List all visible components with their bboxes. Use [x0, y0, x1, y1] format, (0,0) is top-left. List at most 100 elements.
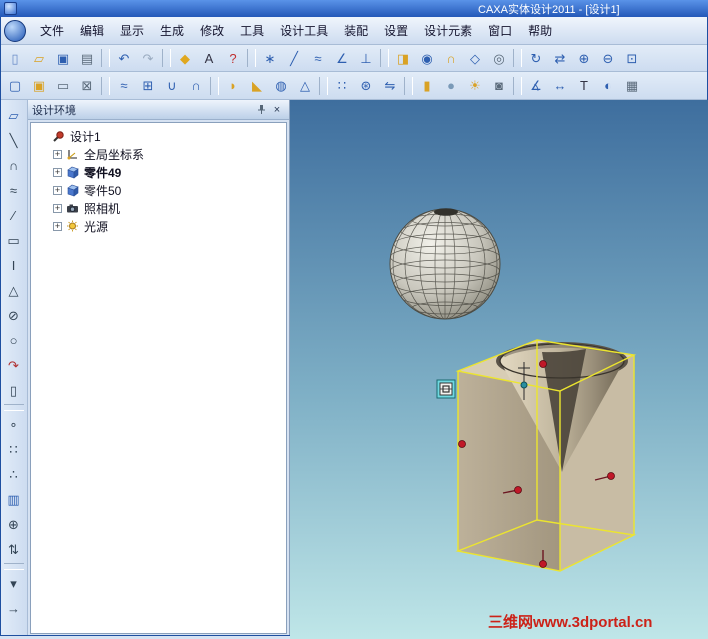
draw-column[interactable]: ▯: [2, 379, 26, 402]
new-document[interactable]: ▯: [3, 47, 27, 69]
linear-pattern[interactable]: ∷: [330, 75, 354, 97]
tree-item[interactable]: 设计1: [31, 127, 286, 145]
control-point[interactable]: [539, 560, 547, 568]
save[interactable]: ▣: [51, 47, 75, 69]
tree-item[interactable]: + 光源: [31, 217, 286, 235]
menu-generate[interactable]: 生成: [152, 19, 192, 42]
camera-view-tool[interactable]: ◙: [487, 75, 511, 97]
draw-polygon[interactable]: ○: [2, 329, 26, 352]
sweep-feature[interactable]: ∩: [439, 47, 463, 69]
tree-expander-icon[interactable]: +: [53, 203, 62, 213]
title-bar[interactable]: CAXA实体设计2011 - [设计1]: [0, 0, 708, 17]
point-tool[interactable]: ∗: [258, 47, 282, 69]
draw-spline[interactable]: ≈: [2, 179, 26, 202]
select-edit[interactable]: ▱: [2, 104, 26, 127]
circular-pattern[interactable]: ⊛: [354, 75, 378, 97]
draw-arc[interactable]: ∩: [2, 154, 26, 177]
text-annotation[interactable]: T: [572, 75, 596, 97]
mirror-feature[interactable]: ⇋: [378, 75, 402, 97]
chamfer-edge[interactable]: ◣: [245, 75, 269, 97]
tree-expander-icon[interactable]: +: [53, 149, 62, 159]
sketch-plane[interactable]: ▢: [3, 75, 27, 97]
menu-help[interactable]: 帮助: [520, 19, 560, 42]
draw-circle[interactable]: ⊘: [2, 304, 26, 327]
anchor-point[interactable]: [520, 381, 528, 389]
menu-modify[interactable]: 修改: [192, 19, 232, 42]
menu-design-elements[interactable]: 设计元素: [416, 19, 480, 42]
tree-expander-icon[interactable]: +: [53, 221, 62, 231]
menu-settings[interactable]: 设置: [376, 19, 416, 42]
pin-icon[interactable]: [253, 102, 269, 118]
pattern-circle[interactable]: ∘: [2, 413, 26, 436]
draft-feature[interactable]: △: [293, 75, 317, 97]
pan-view[interactable]: ⇄: [548, 47, 572, 69]
innovation-mode[interactable]: ◆: [173, 47, 197, 69]
redo[interactable]: ↷: [136, 47, 160, 69]
line-tool[interactable]: ╱: [282, 47, 306, 69]
intersect-boolean[interactable]: ∩: [184, 75, 208, 97]
rotate-view[interactable]: ↻: [524, 47, 548, 69]
scroll-arrow[interactable]: →: [2, 597, 26, 620]
control-point[interactable]: [458, 440, 466, 448]
fillet-edge[interactable]: ◗: [221, 75, 245, 97]
tree-expander-icon[interactable]: +: [53, 185, 62, 195]
axes-widget[interactable]: ⊕: [2, 513, 26, 536]
zoom-in[interactable]: ⊕: [572, 47, 596, 69]
tree-item[interactable]: + 照相机: [31, 199, 286, 217]
open-file[interactable]: ▱: [27, 47, 51, 69]
draw-arc-arrow[interactable]: ↷: [2, 354, 26, 377]
control-point[interactable]: [514, 486, 522, 494]
menu-window[interactable]: 窗口: [480, 19, 520, 42]
fit-view[interactable]: ⊡: [620, 47, 644, 69]
shell-feature[interactable]: ◍: [269, 75, 293, 97]
render-tool[interactable]: ●: [439, 75, 463, 97]
tree-item[interactable]: + 零件49: [31, 163, 286, 181]
tree-item[interactable]: + 全局坐标系: [31, 145, 286, 163]
control-point[interactable]: [607, 472, 615, 480]
sphere-object[interactable]: [389, 208, 501, 320]
spline-tool[interactable]: ≈: [306, 47, 330, 69]
options-grid[interactable]: ▦: [620, 75, 644, 97]
sketch-3d[interactable]: ▣: [27, 75, 51, 97]
erase-tool[interactable]: ⊠: [75, 75, 99, 97]
tree-item[interactable]: + 零件50: [31, 181, 286, 199]
measure-angle[interactable]: ∡: [524, 75, 548, 97]
loft-feature[interactable]: ◇: [463, 47, 487, 69]
print[interactable]: ▤: [75, 47, 99, 69]
more-tools[interactable]: ▾: [2, 572, 26, 595]
stack-cylinder[interactable]: ▥: [2, 488, 26, 511]
pattern-points[interactable]: ∴: [2, 463, 26, 486]
context-help[interactable]: ?: [221, 47, 245, 69]
anchor-handle-widget[interactable]: [436, 379, 456, 399]
revolve-feature[interactable]: ◉: [415, 47, 439, 69]
union-boolean[interactable]: ∪: [160, 75, 184, 97]
draw-triangle[interactable]: △: [2, 279, 26, 302]
menu-assembly[interactable]: 装配: [336, 19, 376, 42]
light-source-tool[interactable]: ☀: [463, 75, 487, 97]
angle-tool[interactable]: ∠: [330, 47, 354, 69]
perpendicular-tool[interactable]: ⊥: [354, 47, 378, 69]
draw-segment[interactable]: ∕: [2, 204, 26, 227]
draw-line[interactable]: ╲: [2, 129, 26, 152]
draw-text[interactable]: I: [2, 254, 26, 277]
menu-edit[interactable]: 编辑: [72, 19, 112, 42]
edit-tool[interactable]: ▭: [51, 75, 75, 97]
viewport-3d-canvas[interactable]: 三维网www.3dportal.cn: [290, 100, 708, 639]
menu-file[interactable]: 文件: [32, 19, 72, 42]
tree-expander-icon[interactable]: +: [53, 167, 62, 177]
extrude-feature[interactable]: ◨: [391, 47, 415, 69]
menu-design-tools[interactable]: 设计工具: [272, 19, 336, 42]
zoom-out[interactable]: ⊖: [596, 47, 620, 69]
block-object[interactable]: [436, 339, 637, 572]
viewport-3d[interactable]: 三维网www.3dportal.cn: [290, 100, 708, 639]
hole-feature[interactable]: ◎: [487, 47, 511, 69]
control-point[interactable]: [539, 360, 547, 368]
wave-surface[interactable]: ≈: [112, 75, 136, 97]
annotation-text[interactable]: A: [197, 47, 221, 69]
draw-rectangle[interactable]: ▭: [2, 229, 26, 252]
menu-display[interactable]: 显示: [112, 19, 152, 42]
menu-tools[interactable]: 工具: [232, 19, 272, 42]
mesh-grid[interactable]: ⊞: [136, 75, 160, 97]
display-shaded[interactable]: ◐: [596, 75, 620, 97]
close-icon[interactable]: ×: [269, 102, 285, 118]
